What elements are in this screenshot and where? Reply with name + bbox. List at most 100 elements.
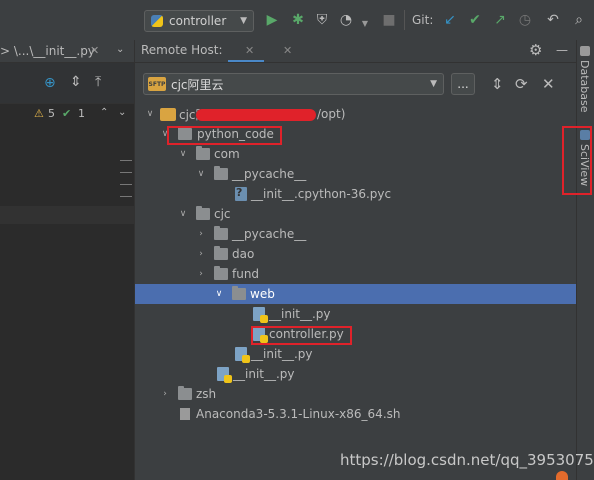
- tree-item-pycache[interactable]: › __pycache__: [135, 224, 576, 244]
- refresh-icon[interactable]: ⟳: [515, 75, 528, 93]
- gear-icon[interactable]: ⚙: [529, 41, 542, 59]
- warning-icon[interactable]: ⚠: [34, 107, 44, 120]
- fold-marker: [120, 160, 132, 161]
- git-update-icon[interactable]: ↙: [441, 11, 459, 29]
- tree-root-path: /opt): [317, 107, 346, 121]
- check-count: 1: [78, 107, 85, 120]
- host-select-value: cjc阿里云: [171, 77, 224, 92]
- chevron-down-icon[interactable]: ∨: [214, 289, 224, 299]
- chevron-right-icon[interactable]: ›: [196, 269, 206, 279]
- shell-file-icon: [180, 408, 190, 420]
- warning-count: 5: [48, 107, 55, 120]
- tree-item-label: fund: [232, 267, 260, 281]
- tree-item-label: dao: [232, 247, 255, 261]
- git-commit-icon[interactable]: ✔: [466, 11, 484, 29]
- chevron-right-icon[interactable]: ›: [160, 389, 170, 399]
- folder-icon: [178, 386, 192, 400]
- redaction-mark: [196, 109, 316, 121]
- tree-item-anaconda-sh[interactable]: Anaconda3-5.3.1-Linux-x86_64.sh: [135, 404, 576, 424]
- chevron-down-icon: ▼: [430, 79, 437, 89]
- run-configuration-select[interactable]: controller ▼: [144, 10, 254, 32]
- chevron-down-icon[interactable]: ▼: [356, 14, 374, 32]
- run-icon[interactable]: ▶: [263, 11, 281, 29]
- chevron-right-icon[interactable]: ›: [196, 229, 206, 239]
- tree-item-com[interactable]: ∨ com: [135, 144, 576, 164]
- tree-item-fund[interactable]: › fund: [135, 264, 576, 284]
- folder-icon: [214, 266, 228, 280]
- scroll-to-top-icon[interactable]: ⤒: [95, 74, 101, 90]
- database-tool-button[interactable]: Database: [578, 60, 591, 113]
- chevron-down-icon[interactable]: ⌄: [116, 44, 124, 55]
- rollback-icon[interactable]: ↶: [544, 11, 562, 29]
- tree-item-label: __pycache__: [232, 227, 307, 241]
- tree-item-label: zsh: [196, 387, 217, 401]
- watermark-logo-icon: [556, 471, 568, 480]
- tree-item-cjc-init[interactable]: __init__.py: [135, 344, 576, 364]
- highlight-box: [251, 326, 352, 345]
- tree-item-label: __pycache__: [232, 167, 307, 181]
- tree-item-controller[interactable]: controller.py: [135, 324, 576, 344]
- collapse-icon[interactable]: ⇕: [70, 74, 82, 90]
- active-tab-indicator: [228, 60, 264, 62]
- git-label: Git:: [412, 13, 434, 27]
- tree-item-zsh[interactable]: › zsh: [135, 384, 576, 404]
- tree-item-init-pyc[interactable]: __init__.cpython-36.pyc: [135, 184, 576, 204]
- python-file-icon: [217, 367, 232, 383]
- fold-marker: [120, 184, 132, 185]
- editor-tab-label: > \...\__init__.py: [0, 44, 95, 58]
- chevron-right-icon[interactable]: ›: [196, 249, 206, 259]
- python-file-icon: [235, 347, 250, 363]
- collapse-all-icon[interactable]: ⇕: [491, 75, 504, 93]
- git-push-icon[interactable]: ↗: [491, 11, 509, 29]
- close-icon[interactable]: ✕: [283, 44, 292, 57]
- tree-item-dao[interactable]: › dao: [135, 244, 576, 264]
- host-select[interactable]: SFTP cjc阿里云 ▼: [143, 73, 444, 95]
- tree-item-label: __init__.py: [233, 367, 295, 381]
- history-icon[interactable]: ◷: [516, 11, 534, 29]
- sftp-icon: SFTP: [148, 77, 166, 91]
- chevron-down-icon[interactable]: ∨: [196, 169, 206, 179]
- tree-item-label: Anaconda3-5.3.1-Linux-x86_64.sh: [196, 407, 401, 421]
- run-configuration-label: controller: [169, 14, 227, 28]
- folder-icon: [214, 226, 228, 240]
- chevron-down-icon[interactable]: ∨: [178, 149, 188, 159]
- tree-item-label: __init__.py: [269, 307, 331, 321]
- remote-host-title: Remote Host:: [141, 43, 223, 57]
- editor-toolbar: [0, 63, 134, 104]
- editor-gutter: [0, 104, 134, 480]
- tree-item-web[interactable]: ∨ web: [135, 284, 576, 304]
- debug-icon[interactable]: ✱: [289, 11, 307, 29]
- caret-line: [0, 206, 134, 224]
- coverage-icon[interactable]: ⛨: [313, 11, 331, 29]
- minimize-icon[interactable]: —: [556, 43, 568, 57]
- chevron-down-icon[interactable]: ∨: [178, 209, 188, 219]
- chevron-up-icon[interactable]: ⌃: [100, 107, 108, 118]
- python-file-icon: [253, 307, 268, 323]
- close-icon[interactable]: ✕: [542, 75, 555, 93]
- chevron-down-icon[interactable]: ⌄: [118, 107, 126, 118]
- tree-item-cjc[interactable]: ∨ cjc: [135, 204, 576, 224]
- close-icon[interactable]: ✕: [90, 44, 99, 57]
- tree-item-web-init[interactable]: __init__.py: [135, 304, 576, 324]
- tree-item-label: __init__.cpython-36.pyc: [251, 187, 392, 201]
- folder-icon: [196, 146, 210, 160]
- highlight-box: [562, 126, 592, 195]
- locate-icon[interactable]: ⊕: [44, 75, 56, 91]
- check-icon[interactable]: ✔: [62, 107, 71, 120]
- more-button[interactable]: ...: [451, 73, 475, 95]
- tree-item-label: web: [250, 287, 275, 301]
- pyc-file-icon: [235, 186, 247, 201]
- python-icon: [151, 15, 163, 27]
- profile-icon[interactable]: ◔: [337, 11, 355, 29]
- fold-marker: [120, 196, 132, 197]
- toolbar-separator: [404, 10, 405, 30]
- close-icon[interactable]: ✕: [245, 44, 254, 57]
- chevron-down-icon[interactable]: ∨: [145, 109, 155, 119]
- database-icon: [580, 46, 590, 56]
- highlight-box: [167, 126, 282, 145]
- tree-item-pycache[interactable]: ∨ __pycache__: [135, 164, 576, 184]
- tree-item-python-code-init[interactable]: __init__.py: [135, 364, 576, 384]
- watermark-text: https://blog.csdn.net/qq_39530754: [340, 451, 594, 469]
- search-icon[interactable]: ⌕: [570, 11, 588, 29]
- stop-icon[interactable]: ■: [380, 11, 398, 29]
